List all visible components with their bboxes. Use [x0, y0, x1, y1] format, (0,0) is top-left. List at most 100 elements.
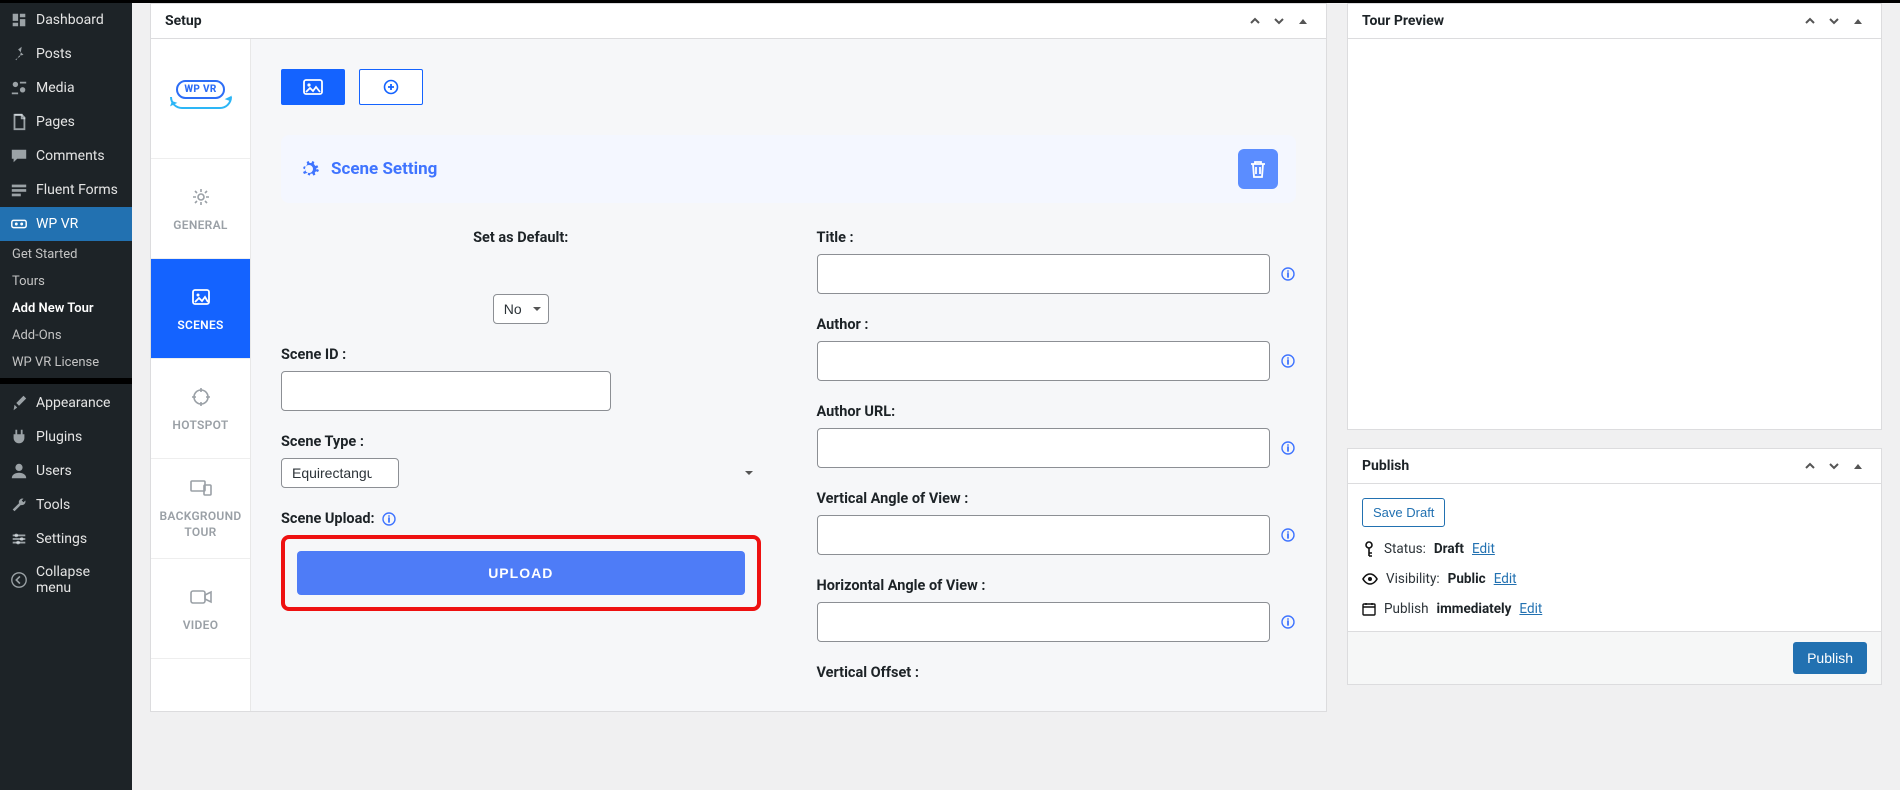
input-author[interactable]: [817, 341, 1271, 381]
save-draft-button[interactable]: Save Draft: [1362, 498, 1445, 527]
sidebar-item-posts[interactable]: Posts: [0, 37, 132, 71]
collapse-icon: [10, 571, 28, 589]
crosshair-icon: [190, 386, 212, 408]
gear-icon: [190, 186, 212, 208]
setup-vertical-tabs: WP VR GENERAL SCENES: [151, 39, 251, 711]
vtab-video[interactable]: VIDEO: [151, 559, 250, 659]
label-voffset: Vertical Offset :: [817, 664, 1297, 681]
sidebar-item-label: Dashboard: [36, 12, 104, 28]
sidebar-item-fluentforms[interactable]: Fluent Forms: [0, 173, 132, 207]
input-title[interactable]: [817, 254, 1271, 294]
schedule-edit-link[interactable]: Edit: [1519, 601, 1542, 617]
sidebar-sub-addons[interactable]: Add-Ons: [0, 322, 132, 349]
select-scene-type[interactable]: Equirectangular: [281, 458, 399, 488]
chevron-up-icon[interactable]: [1246, 12, 1264, 30]
vtab-scenes[interactable]: SCENES: [151, 259, 250, 359]
input-vaov[interactable]: [817, 515, 1271, 555]
brush-icon: [10, 394, 28, 412]
gear-icon: [299, 159, 319, 179]
status-edit-link[interactable]: Edit: [1472, 541, 1495, 557]
vtab-bgtour[interactable]: BACKGROUND TOUR: [151, 459, 250, 559]
field-scene-type: Scene Type : Equirectangular: [281, 433, 761, 488]
sidebar-item-collapse[interactable]: Collapse menu: [0, 556, 132, 604]
field-voffset: Vertical Offset :: [817, 664, 1297, 681]
chevron-down-icon[interactable]: [1825, 12, 1843, 30]
vtab-hotspot[interactable]: HOTSPOT: [151, 359, 250, 459]
label-author: Author :: [817, 316, 1297, 333]
comment-icon: [10, 147, 28, 165]
sidebar-item-comments[interactable]: Comments: [0, 139, 132, 173]
sidebar-item-settings[interactable]: Settings: [0, 522, 132, 556]
schedule-label: Publish: [1384, 601, 1429, 617]
vtab-general[interactable]: GENERAL: [151, 159, 250, 259]
info-icon[interactable]: [1280, 266, 1296, 282]
info-icon[interactable]: [1280, 440, 1296, 456]
sidebar-sub-license[interactable]: WP VR License: [0, 349, 132, 376]
sidebar-item-label: Tools: [36, 497, 70, 513]
image-icon: [190, 286, 212, 308]
info-icon[interactable]: [1280, 527, 1296, 543]
tour-preview-body: [1348, 39, 1881, 429]
input-author-url[interactable]: [817, 428, 1271, 468]
sidebar-separator: [0, 378, 132, 384]
settings-icon: [10, 530, 28, 548]
field-vaov: Vertical Angle of View :: [817, 490, 1297, 555]
panel-title: Publish: [1362, 458, 1409, 474]
publish-status-row: Status: Draft Edit: [1362, 541, 1867, 557]
field-scene-id: Scene ID :: [281, 346, 761, 411]
vtab-label: HOTSPOT: [172, 418, 228, 432]
info-icon[interactable]: [1280, 614, 1296, 630]
scene-toolbar: [281, 69, 1296, 105]
sidebar-item-appearance[interactable]: Appearance: [0, 386, 132, 420]
key-icon: [1362, 541, 1376, 557]
vtab-label: GENERAL: [173, 218, 227, 232]
sidebar-sub-getstarted[interactable]: Get Started: [0, 241, 132, 268]
label-scene-upload: Scene Upload:: [281, 510, 375, 527]
sidebar-item-plugins[interactable]: Plugins: [0, 420, 132, 454]
sidebar-item-label: Collapse menu: [36, 564, 122, 596]
label-vaov: Vertical Angle of View :: [817, 490, 1297, 507]
sidebar-item-label: Users: [36, 463, 72, 479]
info-icon[interactable]: [1280, 353, 1296, 369]
field-author: Author :: [817, 316, 1297, 381]
info-icon[interactable]: [381, 511, 397, 527]
sidebar-item-media[interactable]: Media: [0, 71, 132, 105]
panel-title: Tour Preview: [1362, 13, 1444, 29]
sidebar-item-wpvr[interactable]: WP VR: [0, 207, 132, 241]
chevron-down-icon[interactable]: [1270, 12, 1288, 30]
scene-tab-current[interactable]: [281, 69, 345, 105]
select-set-default[interactable]: No: [493, 294, 549, 324]
form-icon: [10, 181, 28, 199]
sidebar-item-users[interactable]: Users: [0, 454, 132, 488]
input-haov[interactable]: [817, 602, 1271, 642]
panel-header-publish: Publish: [1348, 449, 1881, 484]
collapse-panel-icon[interactable]: [1849, 457, 1867, 475]
sidebar-item-label: Plugins: [36, 429, 82, 445]
scene-setting-header: Scene Setting: [281, 135, 1296, 203]
collapse-panel-icon[interactable]: [1849, 12, 1867, 30]
plugin-icon: [10, 428, 28, 446]
delete-scene-button[interactable]: [1238, 149, 1278, 189]
chevron-up-icon[interactable]: [1801, 12, 1819, 30]
add-scene-button[interactable]: [359, 69, 423, 105]
dashboard-icon: [10, 11, 28, 29]
visibility-edit-link[interactable]: Edit: [1494, 571, 1517, 587]
publish-button[interactable]: Publish: [1793, 642, 1867, 674]
sidebar-item-dashboard[interactable]: Dashboard: [0, 3, 132, 37]
input-scene-id[interactable]: [281, 371, 611, 411]
upload-button[interactable]: UPLOAD: [297, 551, 745, 595]
wrench-icon: [10, 496, 28, 514]
sidebar-item-tools[interactable]: Tools: [0, 488, 132, 522]
collapse-panel-icon[interactable]: [1294, 12, 1312, 30]
sidebar-sub-tours[interactable]: Tours: [0, 268, 132, 295]
user-icon: [10, 462, 28, 480]
chevron-up-icon[interactable]: [1801, 457, 1819, 475]
sidebar-item-label: Media: [36, 80, 75, 96]
sidebar-item-pages[interactable]: Pages: [0, 105, 132, 139]
media-icon: [10, 79, 28, 97]
label-scene-type: Scene Type :: [281, 433, 761, 450]
label-scene-id: Scene ID :: [281, 346, 761, 363]
chevron-down-icon[interactable]: [1825, 457, 1843, 475]
sidebar-sub-addnewtour[interactable]: Add New Tour: [0, 295, 132, 322]
eye-icon: [1362, 573, 1378, 585]
